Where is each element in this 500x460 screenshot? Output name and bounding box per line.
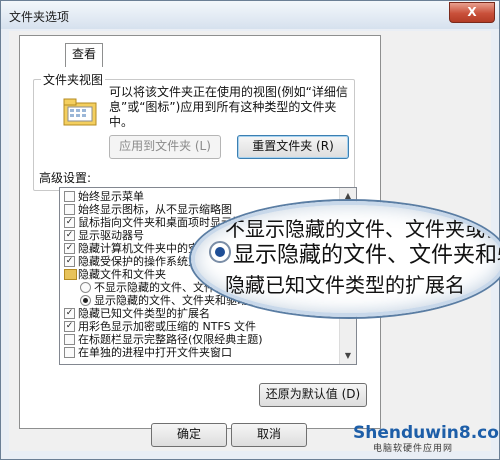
folder-view-icon <box>63 98 97 126</box>
checkbox[interactable] <box>64 334 75 345</box>
title-bar: 文件夹选项 X <box>1 1 499 29</box>
zoom-radio-icon <box>209 241 231 263</box>
advanced-settings-label: 高级设置: <box>39 171 92 185</box>
restore-defaults-button[interactable]: 还原为默认值 (D) <box>259 383 367 407</box>
reset-folders-button[interactable]: 重置文件夹 (R) <box>237 135 349 159</box>
folder-options-window: 文件夹选项 X 常规 查看 搜索 文件夹视图 可以将该文件夹正在使用的视图(例如… <box>0 0 500 460</box>
zoom-line-bottom: 隐藏已知文件类型的扩展名 <box>225 273 465 297</box>
checkbox-checked[interactable]: ✓ <box>64 321 75 332</box>
checkbox-checked[interactable]: ✓ <box>64 217 75 228</box>
radio-button-selected[interactable] <box>80 295 91 306</box>
folder-view-title: 文件夹视图 <box>41 71 106 88</box>
checkbox[interactable] <box>64 191 75 202</box>
folder-view-description: 可以将该文件夹正在使用的视图(例如“详细信息”或“图标”)应用到所有这种类型的文… <box>109 85 348 129</box>
checkbox-checked[interactable]: ✓ <box>64 243 75 254</box>
radio-button[interactable] <box>80 282 91 293</box>
checkbox-checked[interactable]: ✓ <box>64 308 75 319</box>
tab-view[interactable]: 查看 <box>65 43 104 67</box>
checkbox[interactable] <box>64 347 75 358</box>
scroll-down-icon[interactable]: ▼ <box>340 348 356 364</box>
watermark-subtitle: 电脑软硬件应用网 <box>373 444 454 454</box>
zoom-line-main: 显示隐藏的文件、文件夹和驱动器 <box>233 243 500 268</box>
folder-icon <box>64 269 77 280</box>
ok-button[interactable]: 确定 <box>151 423 227 447</box>
checkbox-checked[interactable]: ✓ <box>64 230 75 241</box>
apply-to-folders-button[interactable]: 应用到文件夹 (L) <box>109 135 221 159</box>
site-watermark: Shenduwin8.com 电脑软硬件应用网 <box>353 423 500 454</box>
close-button[interactable]: X <box>449 2 495 23</box>
watermark-logo-text: Shenduwin8.com <box>353 423 500 443</box>
checkbox-checked[interactable]: ✓ <box>64 256 75 267</box>
window-title: 文件夹选项 <box>9 10 70 24</box>
zoom-callout: 不显示隐藏的文件、文件夹或驱动 显示隐藏的文件、文件夹和驱动器 隐藏已知文件类型… <box>191 201 500 317</box>
cancel-button[interactable]: 取消 <box>231 423 307 447</box>
checkbox[interactable] <box>64 204 75 215</box>
